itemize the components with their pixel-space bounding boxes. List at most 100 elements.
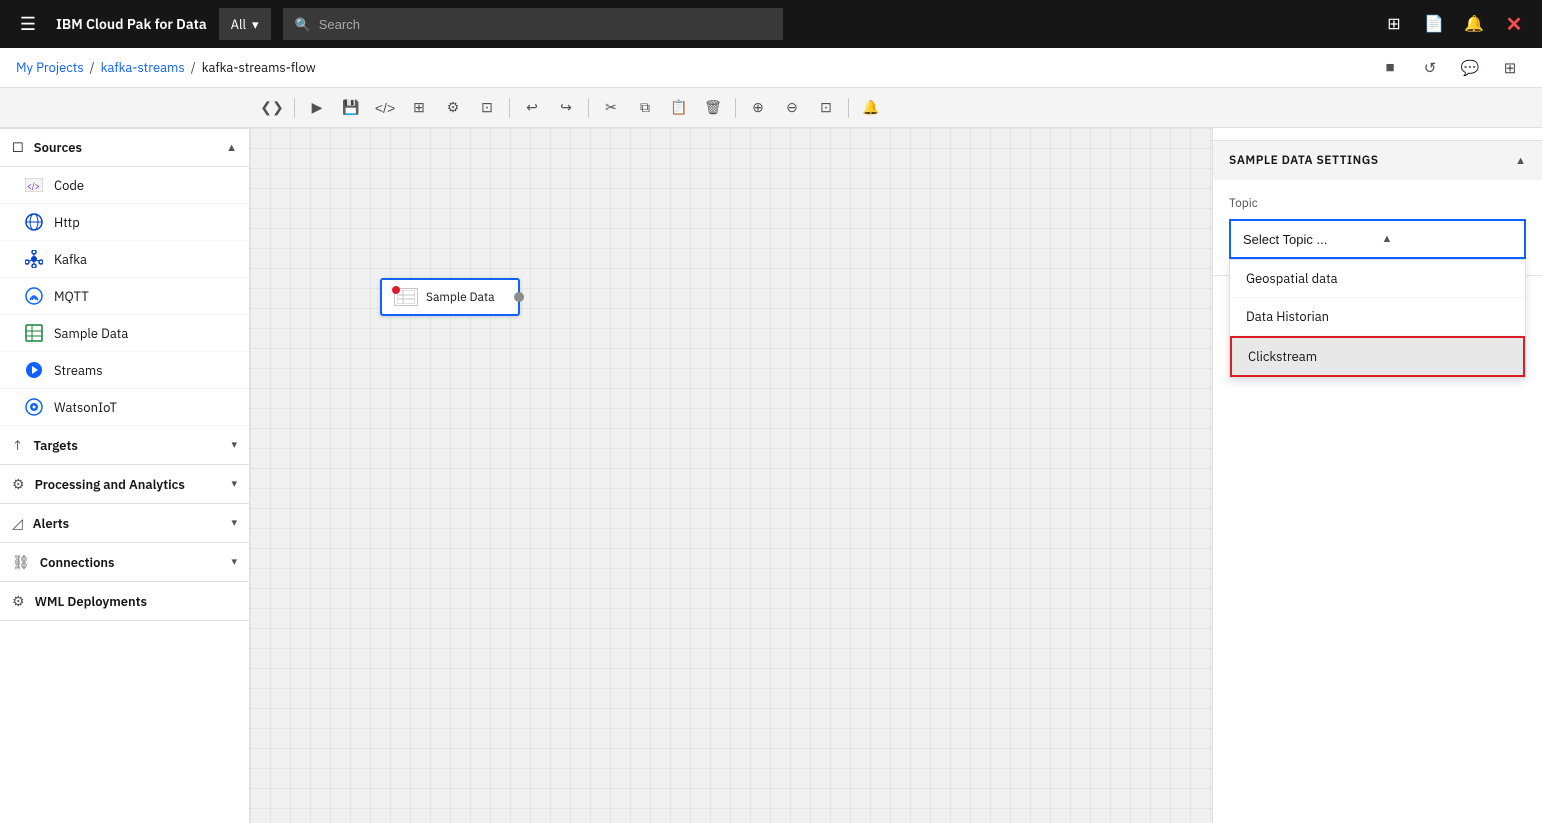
sidebar-section-targets[interactable]: ↑ Targets ▾	[0, 426, 249, 465]
breadcrumb-sep-2: /	[191, 59, 196, 76]
zoom-in-btn[interactable]: ⊕	[742, 92, 774, 124]
sidebar-section-alerts[interactable]: ◿ Alerts ▾	[0, 504, 249, 543]
settings-btn[interactable]: ⚙	[437, 92, 469, 124]
code-icon: </>	[24, 175, 44, 195]
right-panel: Sample Data ℹ SAMPLE DATA SETTINGS ▲ Top…	[1212, 88, 1542, 823]
search-icon: 🔍	[295, 16, 311, 33]
connections-label: Connections	[40, 554, 222, 571]
processing-label: Processing and Analytics	[35, 476, 222, 493]
processing-chevron-icon: ▾	[231, 477, 237, 491]
flow-node-sample-data[interactable]: Sample Data	[380, 278, 520, 316]
sidebar-section-sources[interactable]: ☐ Sources ▲	[0, 129, 249, 167]
breadcrumb-bar: My Projects / kafka-streams / kafka-stre…	[0, 48, 1542, 88]
wml-label: WML Deployments	[35, 593, 237, 610]
breadcrumb-my-projects[interactable]: My Projects	[16, 59, 84, 76]
sidebar-item-watson-iot[interactable]: WatsonIoT	[0, 389, 249, 426]
breadcrumb-kafka-streams[interactable]: kafka-streams	[101, 59, 185, 76]
delete-btn[interactable]: 🗑	[697, 92, 729, 124]
zoom-out-btn[interactable]: ⊖	[776, 92, 808, 124]
stop-icon-btn[interactable]: ■	[1374, 52, 1406, 84]
connections-icon: ⛓	[12, 553, 30, 571]
kafka-label: Kafka	[54, 251, 87, 268]
watson-iot-icon	[24, 397, 44, 417]
sidebar-item-kafka[interactable]: Kafka	[0, 241, 249, 278]
sample-data-label: Sample Data	[54, 325, 128, 342]
sidebar-section-wml[interactable]: ⚙ WML Deployments	[0, 582, 249, 621]
sample-data-icon	[24, 323, 44, 343]
cut-btn[interactable]: ✂	[595, 92, 627, 124]
sidebar-item-streams[interactable]: Streams	[0, 352, 249, 389]
nav-filter-dropdown[interactable]: All ▾	[219, 8, 271, 40]
hamburger-menu[interactable]: ☰	[12, 8, 44, 40]
fit-btn[interactable]: ⊡	[810, 92, 842, 124]
streams-label: Streams	[54, 362, 103, 379]
close-icon-btn[interactable]: ✕	[1498, 8, 1530, 40]
settings-section-header[interactable]: SAMPLE DATA SETTINGS ▲	[1213, 141, 1542, 180]
sidebar-section-processing[interactable]: ⚙ Processing and Analytics ▾	[0, 465, 249, 504]
topic-option-clickstream-label: Clickstream	[1248, 348, 1317, 365]
sidebar-item-mqtt[interactable]: MQTT	[0, 278, 249, 315]
save-btn[interactable]: 💾	[335, 92, 367, 124]
topic-option-historian[interactable]: Data Historian	[1230, 298, 1525, 336]
code-label: Code	[54, 177, 84, 194]
export-code-btn[interactable]: </>	[369, 92, 401, 124]
alerts-chevron-icon: ▾	[231, 516, 237, 530]
node-status-dot	[392, 286, 400, 294]
document-icon-btn[interactable]: 📄	[1418, 8, 1450, 40]
flow-node-output-port[interactable]	[514, 292, 524, 302]
topic-field-label: Topic	[1229, 196, 1526, 211]
flow-node-label: Sample Data	[426, 290, 495, 305]
watson-iot-label: WatsonIoT	[54, 399, 117, 416]
sources-items: </> Code Http Kafka MQTT Sample	[0, 167, 249, 426]
alerts-label: Alerts	[33, 515, 222, 532]
sidebar: 🔍 ❰ ☐ Sources ▲ </> Code Http Kafka	[0, 88, 250, 823]
processing-icon: ⚙	[12, 475, 25, 493]
targets-chevron-icon: ▾	[231, 438, 237, 452]
history-icon-btn[interactable]: ↺	[1414, 52, 1446, 84]
breadcrumb-flow: kafka-streams-flow	[202, 59, 316, 76]
run-btn[interactable]: ▶	[301, 92, 333, 124]
layout-btn[interactable]: ⊡	[471, 92, 503, 124]
redo-btn[interactable]: ↪	[550, 92, 582, 124]
sources-section-icon: ☐	[12, 139, 24, 156]
share-icon-btn[interactable]: ⊞	[1494, 52, 1526, 84]
topic-option-historian-label: Data Historian	[1246, 308, 1329, 325]
search-input[interactable]	[319, 17, 771, 32]
kafka-icon	[24, 249, 44, 269]
sidebar-item-sample-data[interactable]: Sample Data	[0, 315, 249, 352]
alerts-icon: ◿	[12, 514, 23, 532]
notification-toolbar-btn[interactable]: 🔔	[855, 92, 887, 124]
import-btn[interactable]: ⊞	[403, 92, 435, 124]
notification-icon-btn[interactable]: 🔔	[1458, 8, 1490, 40]
http-icon	[24, 212, 44, 232]
targets-label: Targets	[33, 437, 221, 454]
sidebar-section-connections[interactable]: ⛓ Connections ▾	[0, 543, 249, 582]
global-search: 🔍	[283, 8, 783, 40]
comment-icon-btn[interactable]: 💬	[1454, 52, 1486, 84]
canvas-grid: Sample Data	[250, 128, 1212, 823]
breadcrumb-actions: ■ ↺ 💬 ⊞	[1374, 52, 1526, 84]
sidebar-item-code[interactable]: </> Code	[0, 167, 249, 204]
streams-icon	[24, 360, 44, 380]
topic-option-geospatial-label: Geospatial data	[1246, 270, 1338, 287]
topic-dropdown-container: Select Topic ... ▲ Geospatial data Data …	[1229, 219, 1526, 259]
toggle-palette-btn[interactable]: ❮❯	[256, 92, 288, 124]
topic-option-clickstream[interactable]: Clickstream	[1230, 336, 1525, 377]
topic-dropdown-btn[interactable]: Select Topic ... ▲	[1229, 219, 1526, 259]
canvas-area[interactable]: Sample Data	[250, 128, 1212, 823]
top-nav: ☰ IBM Cloud Pak for Data All ▾ 🔍 ⊞ 📄 🔔 ✕	[0, 0, 1542, 48]
right-panel-body: SAMPLE DATA SETTINGS ▲ Topic Select Topi…	[1213, 141, 1542, 823]
wml-icon: ⚙	[12, 592, 25, 610]
paste-btn[interactable]: 📋	[663, 92, 695, 124]
nav-filter-chevron-icon: ▾	[252, 16, 259, 33]
targets-icon: ↑	[12, 436, 23, 454]
copy-btn[interactable]: ⧉	[629, 92, 661, 124]
sources-label: Sources	[34, 139, 216, 156]
topic-option-geospatial[interactable]: Geospatial data	[1230, 260, 1525, 298]
mqtt-label: MQTT	[54, 288, 89, 305]
http-label: Http	[54, 214, 80, 231]
breadcrumb-sep-1: /	[90, 59, 95, 76]
sidebar-item-http[interactable]: Http	[0, 204, 249, 241]
undo-btn[interactable]: ↩	[516, 92, 548, 124]
grid-icon-btn[interactable]: ⊞	[1378, 8, 1410, 40]
